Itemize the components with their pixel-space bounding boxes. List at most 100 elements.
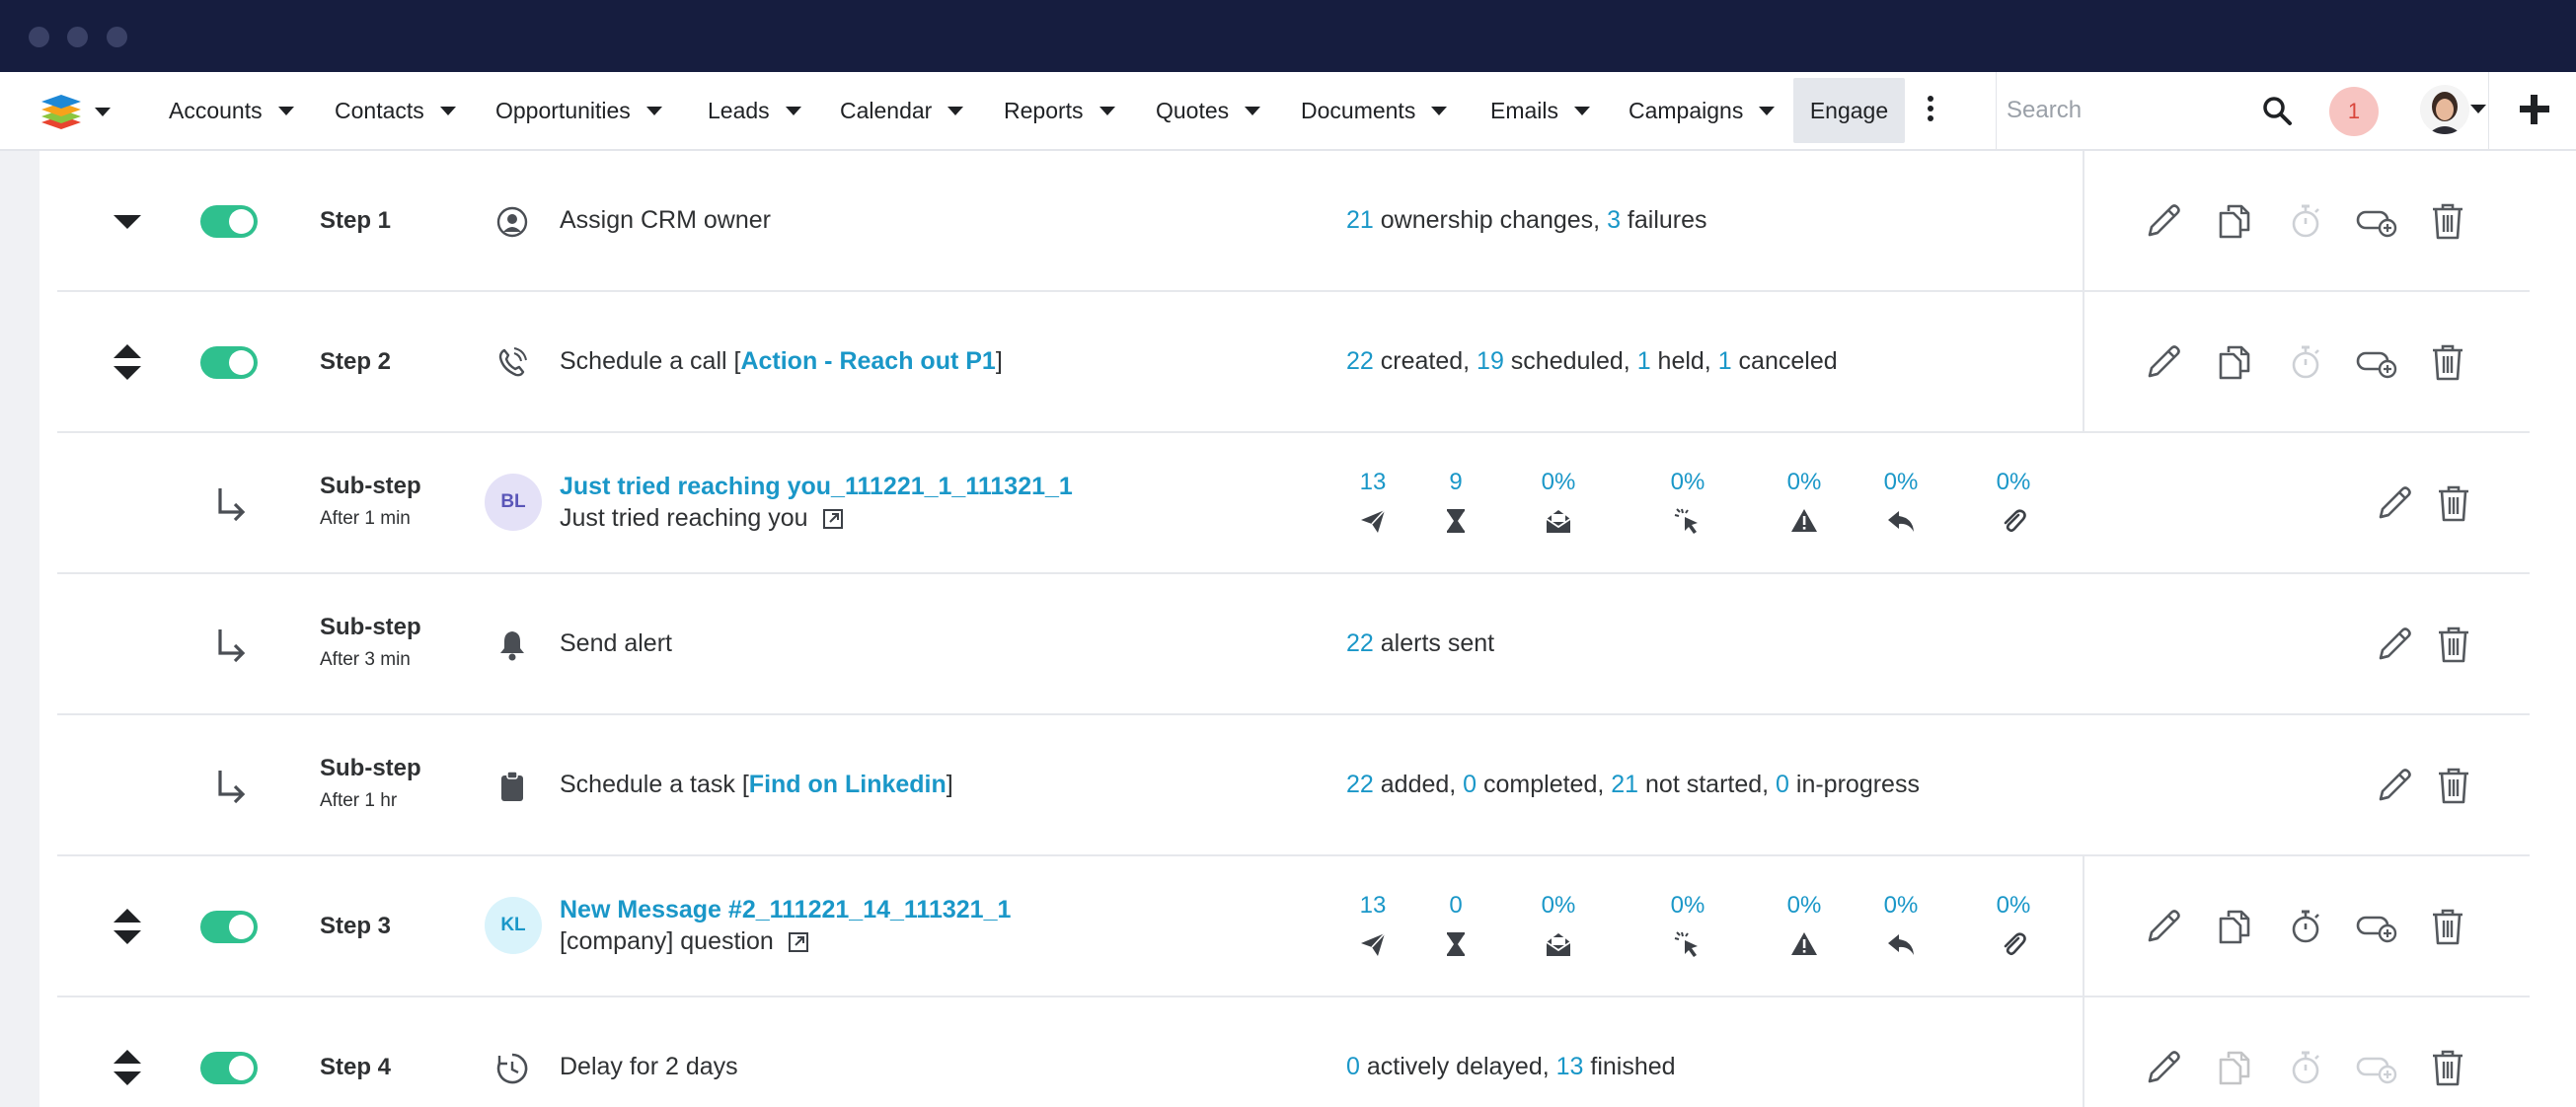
stat-number[interactable]: 21 bbox=[1346, 206, 1374, 234]
edit-button[interactable] bbox=[2141, 904, 2186, 949]
stat-text: actively delayed, bbox=[1359, 1053, 1556, 1080]
nav-opportunities[interactable]: Opportunities bbox=[495, 72, 662, 149]
add-substep-button[interactable] bbox=[2354, 1045, 2399, 1090]
stat-number[interactable]: 22 bbox=[1346, 347, 1374, 375]
metric-clicked[interactable]: 0% bbox=[1648, 469, 1727, 536]
metric-replied[interactable]: 0% bbox=[1861, 469, 1940, 536]
edit-button[interactable] bbox=[2372, 763, 2417, 808]
metric-attachments[interactable]: 0% bbox=[1974, 892, 2053, 959]
nav-documents[interactable]: Documents bbox=[1301, 72, 1448, 149]
user-avatar[interactable] bbox=[2420, 85, 2469, 134]
collapse-arrow-icon[interactable] bbox=[105, 198, 150, 244]
stat-text: completed, bbox=[1477, 771, 1612, 798]
email-subject: [company] question bbox=[560, 927, 809, 956]
delete-button[interactable] bbox=[2425, 198, 2470, 244]
stat-number[interactable]: 21 bbox=[1611, 771, 1638, 798]
nav-engage[interactable]: Engage bbox=[1793, 78, 1905, 143]
app-logo-menu[interactable] bbox=[39, 88, 114, 135]
metric-bounced[interactable]: 0% bbox=[1765, 469, 1844, 536]
add-substep-button[interactable] bbox=[2354, 904, 2399, 949]
edit-button[interactable] bbox=[2372, 622, 2417, 667]
nav-contacts[interactable]: Contacts bbox=[335, 72, 456, 149]
delete-button[interactable] bbox=[2431, 480, 2476, 526]
window-maximize-dot[interactable] bbox=[107, 27, 127, 47]
search-icon[interactable] bbox=[2260, 94, 2294, 127]
metric-opened[interactable]: 0% bbox=[1519, 892, 1598, 959]
add-substep-button[interactable] bbox=[2354, 339, 2399, 385]
delete-button[interactable] bbox=[2431, 763, 2476, 808]
edit-button[interactable] bbox=[2141, 1045, 2186, 1090]
metric-value: 13 bbox=[1359, 469, 1387, 495]
step-enabled-toggle[interactable] bbox=[200, 911, 258, 943]
duplicate-button[interactable] bbox=[2212, 904, 2257, 949]
stat-text: ownership changes, bbox=[1373, 206, 1608, 234]
delete-button[interactable] bbox=[2425, 339, 2470, 385]
reorder-arrows-icon[interactable] bbox=[105, 904, 150, 949]
step-enabled-toggle[interactable] bbox=[200, 346, 258, 379]
edit-button[interactable] bbox=[2141, 339, 2186, 385]
metric-clicked[interactable]: 0% bbox=[1648, 892, 1727, 959]
nav-emails[interactable]: Emails bbox=[1490, 72, 1591, 149]
step-enabled-toggle[interactable] bbox=[200, 1052, 258, 1084]
add-delay-button[interactable] bbox=[2283, 1045, 2328, 1090]
call-action-link[interactable]: Action - Reach out P1 bbox=[740, 347, 995, 375]
stat-number[interactable]: 22 bbox=[1346, 629, 1374, 657]
step-enabled-toggle[interactable] bbox=[200, 205, 258, 238]
stat-number[interactable]: 1 bbox=[1718, 347, 1732, 375]
add-delay-button[interactable] bbox=[2283, 198, 2328, 244]
nav-accounts[interactable]: Accounts bbox=[169, 72, 294, 149]
add-delay-button[interactable] bbox=[2283, 339, 2328, 385]
send-icon bbox=[1358, 506, 1388, 536]
trash-icon bbox=[2431, 480, 2476, 526]
duplicate-button[interactable] bbox=[2212, 198, 2257, 244]
nav-calendar[interactable]: Calendar bbox=[840, 72, 964, 149]
stat-number[interactable]: 13 bbox=[1556, 1053, 1584, 1080]
email-template-link[interactable]: New Message #2_111221_14_111321_1 bbox=[560, 896, 1011, 924]
task-action-link[interactable]: Find on Linkedin bbox=[749, 771, 947, 798]
metric-sent[interactable]: 13 bbox=[1333, 892, 1412, 959]
nav-quotes[interactable]: Quotes bbox=[1156, 72, 1261, 149]
stat-text: in-progress bbox=[1788, 771, 1920, 798]
metric-attachments[interactable]: 0% bbox=[1974, 469, 2053, 536]
metric-pending[interactable]: 0 bbox=[1416, 892, 1495, 959]
stat-number[interactable]: 0 bbox=[1463, 771, 1477, 798]
pencil-icon bbox=[2141, 1045, 2186, 1090]
caret-down-icon bbox=[439, 106, 456, 115]
delete-button[interactable] bbox=[2425, 1045, 2470, 1090]
notification-badge[interactable]: 1 bbox=[2329, 87, 2379, 136]
stat-number[interactable]: 22 bbox=[1346, 771, 1374, 798]
nav-campaigns[interactable]: Campaigns bbox=[1629, 72, 1776, 149]
window-close-dot[interactable] bbox=[29, 27, 49, 47]
metric-bounced[interactable]: 0% bbox=[1765, 892, 1844, 959]
metric-pending[interactable]: 9 bbox=[1416, 469, 1495, 536]
pencil-icon bbox=[2141, 339, 2186, 385]
metric-sent[interactable]: 13 bbox=[1333, 469, 1412, 536]
edit-button[interactable] bbox=[2141, 198, 2186, 244]
reorder-arrows-icon[interactable] bbox=[105, 1045, 150, 1090]
add-plus-icon[interactable] bbox=[2515, 90, 2554, 129]
stat-number[interactable]: 19 bbox=[1477, 347, 1504, 375]
add-substep-button[interactable] bbox=[2354, 198, 2399, 244]
email-template-link[interactable]: Just tried reaching you_111221_1_111321_… bbox=[560, 473, 1073, 501]
add-delay-button[interactable] bbox=[2283, 904, 2328, 949]
nav-leads[interactable]: Leads bbox=[708, 72, 801, 149]
duplicate-button[interactable] bbox=[2212, 1045, 2257, 1090]
more-menu-icon[interactable] bbox=[1926, 96, 1935, 125]
delete-button[interactable] bbox=[2425, 904, 2470, 949]
metric-replied[interactable]: 0% bbox=[1861, 892, 1940, 959]
duplicate-button[interactable] bbox=[2212, 339, 2257, 385]
nav-reports[interactable]: Reports bbox=[1004, 72, 1115, 149]
stat-number[interactable]: 0 bbox=[1776, 771, 1789, 798]
edit-button[interactable] bbox=[2372, 480, 2417, 526]
external-link-icon[interactable] bbox=[822, 508, 844, 530]
avatar-caret-icon[interactable] bbox=[2470, 105, 2486, 113]
external-link-icon[interactable] bbox=[788, 931, 809, 953]
search-input[interactable] bbox=[2007, 92, 2263, 129]
stat-number[interactable]: 0 bbox=[1346, 1053, 1360, 1080]
metric-opened[interactable]: 0% bbox=[1519, 469, 1598, 536]
reorder-arrows-icon[interactable] bbox=[105, 339, 150, 385]
stat-number[interactable]: 3 bbox=[1607, 206, 1621, 234]
stat-number[interactable]: 1 bbox=[1637, 347, 1651, 375]
delete-button[interactable] bbox=[2431, 622, 2476, 667]
window-minimize-dot[interactable] bbox=[67, 27, 88, 47]
